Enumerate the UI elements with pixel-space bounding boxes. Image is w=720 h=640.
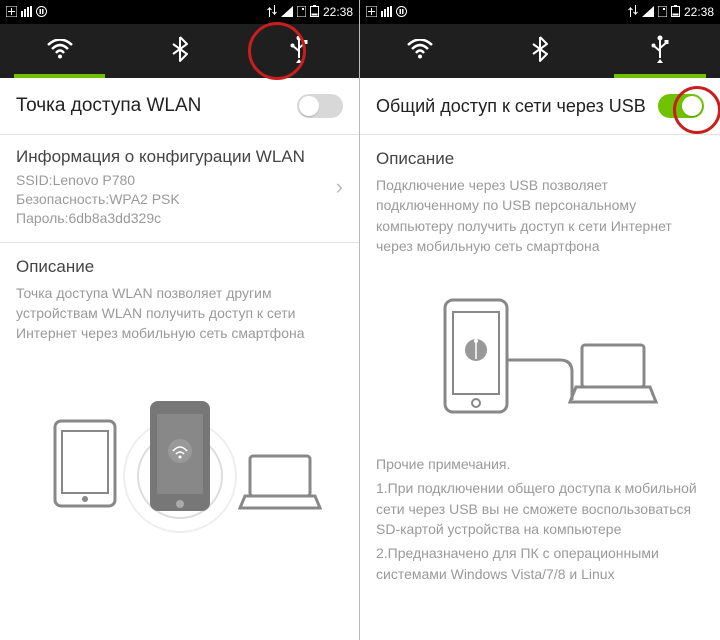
tab-usb[interactable] bbox=[239, 24, 359, 78]
signal-icon bbox=[642, 6, 654, 19]
usb-tether-toggle[interactable] bbox=[658, 94, 704, 118]
wifi-icon bbox=[407, 39, 433, 64]
desc-body: Подключение через USB позволяет подключе… bbox=[376, 175, 704, 256]
plus-icon bbox=[6, 6, 17, 19]
notes-block: Прочие примечания. 1.При подключении общ… bbox=[360, 450, 720, 598]
battery-icon bbox=[671, 5, 680, 19]
header-row: Точка доступа WLAN bbox=[0, 78, 359, 134]
plus-icon bbox=[366, 6, 377, 19]
pause-icon bbox=[396, 6, 407, 19]
tab-wifi[interactable] bbox=[360, 24, 480, 78]
usb-icon bbox=[650, 35, 670, 68]
signal-icon bbox=[281, 6, 293, 19]
tab-usb[interactable] bbox=[600, 24, 720, 78]
config-row[interactable]: Информация о конфигурации WLAN SSID:Leno… bbox=[0, 135, 359, 242]
chevron-right-icon: › bbox=[336, 174, 343, 200]
illustration-usb bbox=[360, 270, 720, 450]
pane-right: 22:38 bbox=[360, 0, 720, 640]
illustration-wlan bbox=[0, 358, 359, 560]
config-password: Пароль:6db8a3dd329c bbox=[16, 209, 336, 228]
setting-title: Точка доступа WLAN bbox=[16, 95, 297, 117]
wlan-toggle[interactable] bbox=[297, 94, 343, 118]
sim-icon bbox=[297, 6, 306, 19]
status-time: 22:38 bbox=[323, 5, 353, 19]
bars-icon bbox=[381, 6, 392, 19]
tab-indicator bbox=[14, 74, 105, 78]
tab-bar bbox=[0, 24, 359, 78]
description-block: Описание Подключение через USB позволяет… bbox=[360, 135, 720, 270]
tab-bluetooth[interactable] bbox=[120, 24, 240, 78]
pane-left: 22:38 bbox=[0, 0, 360, 640]
wifi-icon bbox=[47, 39, 73, 64]
header-row: Общий доступ к сети через USB bbox=[360, 78, 720, 134]
pause-icon bbox=[36, 6, 47, 19]
desc-body: Точка доступа WLAN позволяет другим устр… bbox=[16, 283, 343, 344]
config-security: Безопасность:WPA2 PSK bbox=[16, 190, 336, 209]
sim-icon bbox=[658, 6, 667, 19]
description-block: Описание Точка доступа WLAN позволяет др… bbox=[0, 243, 359, 358]
tab-bluetooth[interactable] bbox=[480, 24, 600, 78]
status-bar: 22:38 bbox=[0, 0, 359, 24]
desc-title: Описание bbox=[16, 257, 343, 277]
bluetooth-icon bbox=[532, 36, 548, 67]
notes-line-1: 1.При подключении общего доступа к мобил… bbox=[376, 478, 704, 539]
config-title: Информация о конфигурации WLAN bbox=[16, 147, 336, 167]
notes-title: Прочие примечания. bbox=[376, 454, 704, 474]
bluetooth-icon bbox=[172, 36, 188, 67]
data-icon bbox=[267, 5, 277, 19]
tab-indicator bbox=[614, 74, 705, 78]
tab-bar bbox=[360, 24, 720, 78]
notes-line-2: 2.Предназначено для ПК с операционными с… bbox=[376, 543, 704, 584]
status-time: 22:38 bbox=[684, 5, 714, 19]
bars-icon bbox=[21, 6, 32, 19]
setting-title: Общий доступ к сети через USB bbox=[376, 96, 658, 117]
data-icon bbox=[628, 5, 638, 19]
desc-title: Описание bbox=[376, 149, 704, 169]
config-ssid: SSID:Lenovo P780 bbox=[16, 171, 336, 190]
usb-icon bbox=[289, 35, 309, 68]
battery-icon bbox=[310, 5, 319, 19]
status-bar: 22:38 bbox=[360, 0, 720, 24]
tab-wifi[interactable] bbox=[0, 24, 120, 78]
